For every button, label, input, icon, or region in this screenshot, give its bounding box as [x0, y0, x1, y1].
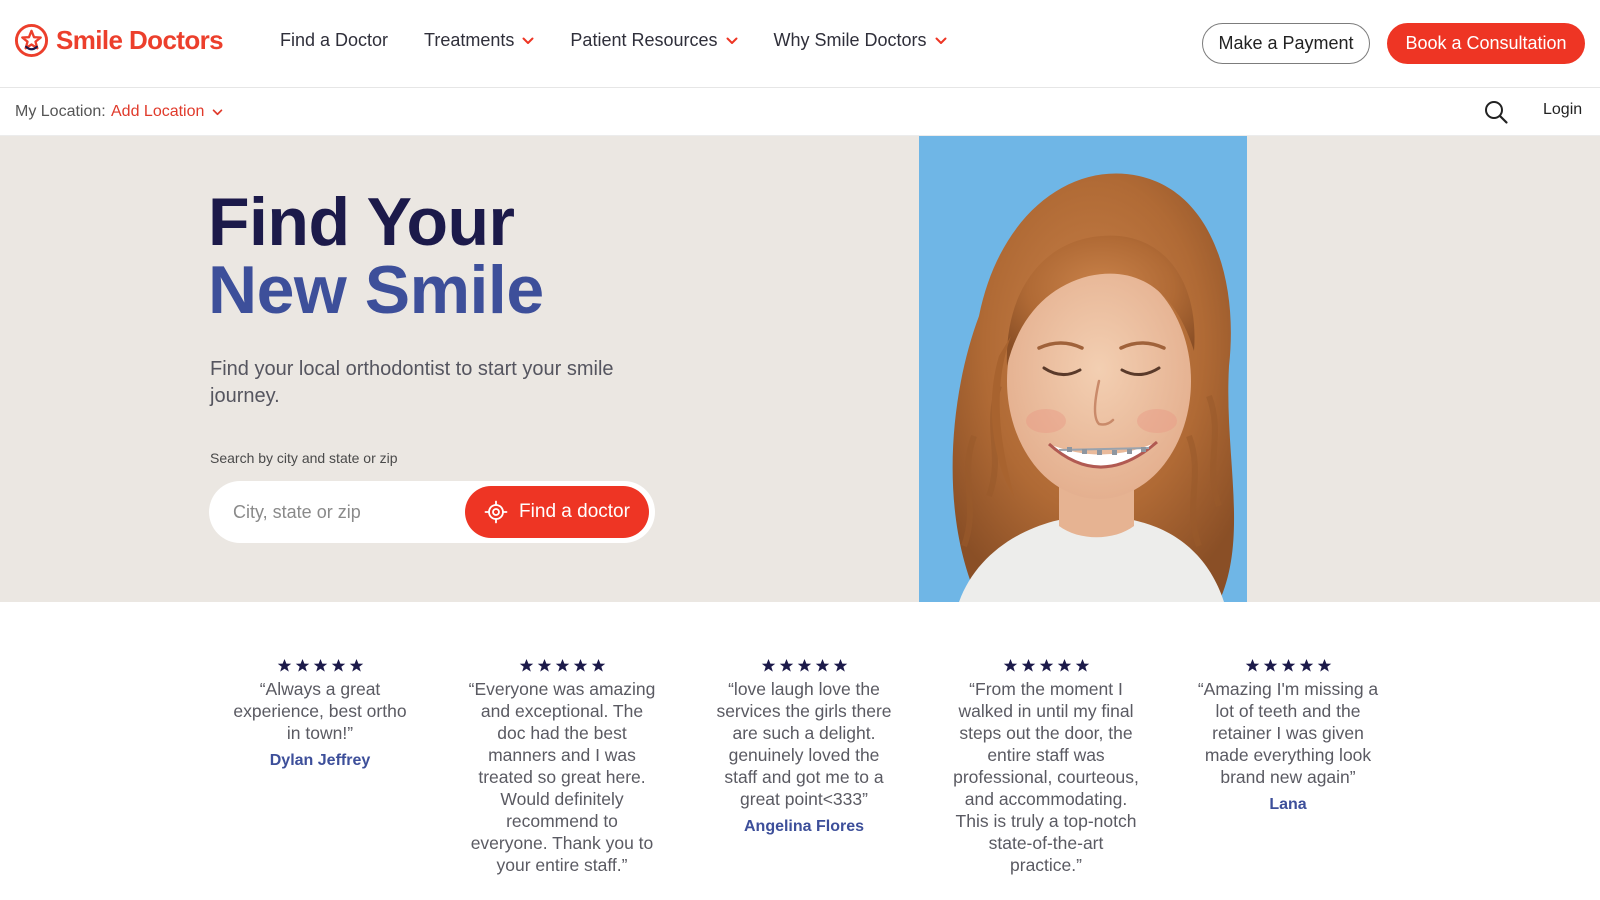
testimonial-card: “love laugh love the services the girls … — [710, 658, 898, 836]
nav-patient-resources[interactable]: Patient Resources — [570, 30, 737, 51]
chevron-down-icon — [935, 37, 947, 44]
book-consultation-button[interactable]: Book a Consultation — [1387, 23, 1585, 64]
star-icon — [555, 658, 569, 672]
star-icon — [779, 658, 793, 672]
five-star-rating — [1194, 658, 1382, 674]
top-navigation: Smile Doctors Find a Doctor Treatments P… — [0, 0, 1600, 88]
make-payment-button[interactable]: Make a Payment — [1202, 23, 1370, 64]
testimonial-quote: “From the moment I walked in until my fi… — [953, 679, 1139, 875]
star-icon — [519, 658, 533, 672]
five-star-rating — [952, 658, 1140, 674]
testimonial-author: Angelina Flores — [743, 818, 865, 835]
chevron-down-icon — [726, 37, 737, 44]
search-label: Search by city and state or zip — [210, 450, 398, 466]
star-icon — [1299, 658, 1313, 672]
star-icon — [1003, 658, 1017, 672]
star-icon — [815, 658, 829, 672]
chevron-down-icon — [213, 108, 223, 115]
testimonial-quote: “Everyone was amazing and exceptional. T… — [468, 679, 656, 875]
testimonial-card: “From the moment I walked in until my fi… — [952, 658, 1140, 876]
location-bar: My Location: Add Location Login — [0, 88, 1600, 136]
testimonial-card: “Always a great experience, best ortho i… — [226, 658, 414, 770]
star-icon — [591, 658, 605, 672]
hero-subtitle: Find your local orthodontist to start yo… — [210, 358, 614, 407]
nav-label: Patient Resources — [570, 30, 718, 50]
doctor-search-form: Find a doctor — [209, 481, 655, 543]
star-icon — [1075, 658, 1089, 672]
star-icon — [1245, 658, 1259, 672]
brand-logo[interactable]: Smile Doctors — [14, 21, 224, 59]
star-icon — [833, 658, 847, 672]
search-icon[interactable] — [1483, 99, 1509, 125]
find-a-doctor-button[interactable]: Find a doctor — [465, 486, 649, 538]
location-label: My Location: — [15, 103, 106, 120]
star-icon — [1021, 658, 1035, 672]
star-icon — [1263, 658, 1277, 672]
hero-title-line-2: New Smile — [208, 252, 544, 328]
testimonials-section: “Always a great experience, best ortho i… — [0, 602, 1600, 900]
testimonial-quote: “Always a great experience, best ortho i… — [233, 679, 407, 743]
five-star-rating — [226, 658, 414, 674]
star-icon — [1317, 658, 1331, 672]
star-icon — [1281, 658, 1295, 672]
five-star-rating — [710, 658, 898, 674]
add-location-label: Add Location — [111, 103, 205, 120]
star-icon — [1039, 658, 1053, 672]
testimonial-quote: “love laugh love the services the girls … — [716, 679, 892, 809]
testimonial-card: “Amazing I'm missing a lot of teeth and … — [1194, 658, 1382, 814]
star-icon — [313, 658, 327, 672]
star-icon — [797, 658, 811, 672]
nav-why-smile-doctors[interactable]: Why Smile Doctors — [774, 30, 947, 51]
nav-label: Find a Doctor — [280, 30, 389, 50]
star-icon — [349, 658, 363, 672]
crosshair-target-icon — [484, 500, 508, 524]
five-star-rating — [468, 658, 656, 674]
find-a-doctor-label: Find a doctor — [519, 501, 630, 522]
star-icon — [537, 658, 551, 672]
hero-section: Find Your New Smile Find your local orth… — [0, 136, 1600, 602]
location-search-input[interactable] — [233, 491, 453, 533]
star-smile-logo-icon — [14, 23, 49, 57]
testimonial-quote: “Amazing I'm missing a lot of teeth and … — [1197, 679, 1379, 787]
star-icon — [277, 658, 291, 672]
hero-title-line-1: Find Your — [208, 184, 515, 260]
testimonial-author: Dylan Jeffrey — [269, 752, 371, 769]
star-icon — [761, 658, 775, 672]
testimonial-author: Lana — [1269, 796, 1307, 813]
nav-label: Why Smile Doctors — [773, 30, 927, 50]
add-location-dropdown[interactable]: Add Location — [111, 103, 223, 121]
login-link[interactable]: Login — [1543, 101, 1582, 119]
nav-label: Treatments — [424, 30, 515, 50]
hero-photo-illustration — [919, 136, 1247, 602]
nav-treatments[interactable]: Treatments — [424, 30, 534, 51]
hero-title: Find Your New Smile — [208, 188, 544, 324]
star-icon — [331, 658, 345, 672]
hero-photo-smiling-girl — [919, 136, 1247, 602]
star-icon — [573, 658, 587, 672]
main-menu: Find a Doctor Treatments Patient Resourc… — [280, 30, 983, 51]
nav-find-a-doctor[interactable]: Find a Doctor — [280, 30, 388, 51]
star-icon — [295, 658, 309, 672]
star-icon — [1057, 658, 1071, 672]
testimonial-card: “Everyone was amazing and exceptional. T… — [468, 658, 656, 876]
chevron-down-icon — [522, 37, 534, 44]
brand-name: Smile Doctors — [56, 24, 224, 55]
